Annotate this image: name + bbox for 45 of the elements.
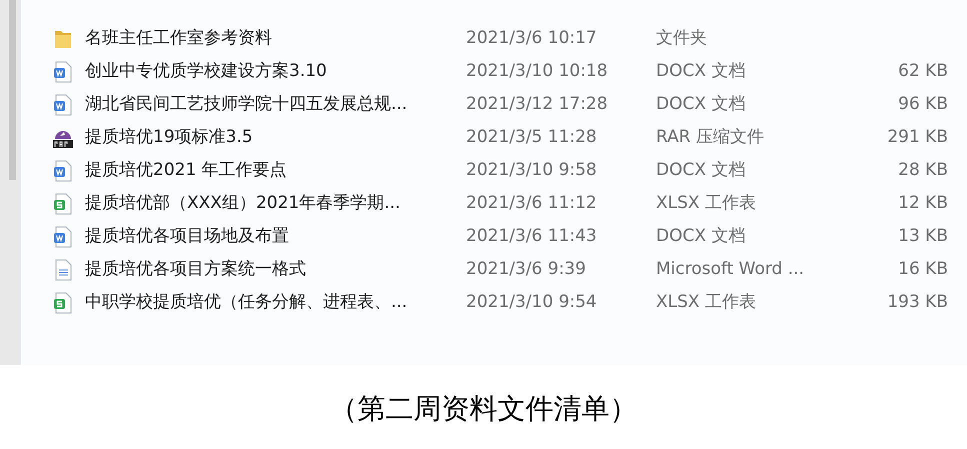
document-icon: [53, 160, 73, 182]
file-type: DOCX 文档: [656, 92, 746, 116]
file-type: DOCX 文档: [656, 158, 746, 182]
file-name[interactable]: 名班主任工作室参考资料: [85, 26, 466, 52]
file-type: 文件夹: [656, 26, 708, 50]
date-modified: 2021/3/6 10:17: [466, 26, 598, 50]
date-modified: 2021/3/10 9:54: [466, 290, 598, 314]
document-icon: [53, 226, 73, 248]
date-modified: 2021/3/6 11:43: [466, 224, 598, 248]
file-name[interactable]: 湖北省民间工艺技师学院十四五发展总规...: [85, 92, 466, 118]
file-size: 193 KB: [887, 290, 948, 314]
file-size: 96 KB: [898, 92, 948, 116]
file-type: RAR 压缩文件: [656, 126, 765, 149]
file-name[interactable]: 提质培优部（XXX组）2021年春季学期...: [85, 190, 466, 216]
file-name[interactable]: 提质培优各项目方案统一格式: [85, 256, 466, 282]
scrollbar[interactable]: [0, 0, 20, 365]
file-type: XLSX 工作表: [656, 290, 757, 314]
file-type: XLSX 工作表: [656, 192, 757, 215]
file-name[interactable]: 创业中专优质学校建设方案3.10: [85, 58, 466, 84]
file-size: 28 KB: [898, 158, 948, 182]
file-size: 62 KB: [898, 60, 948, 83]
file-size: 16 KB: [898, 258, 948, 281]
document-icon: [53, 94, 73, 116]
date-modified: 2021/3/12 17:28: [466, 92, 609, 116]
date-modified: 2021/3/5 11:28: [466, 126, 598, 149]
scrollbar-thumb[interactable]: [8, 0, 16, 180]
file-size: 12 KB: [898, 192, 948, 215]
file-size: 13 KB: [898, 224, 948, 248]
file-type: Microsoft Word ...: [656, 258, 806, 281]
file-type: DOCX 文档: [656, 224, 746, 248]
date-modified: 2021/3/6 9:39: [466, 258, 587, 281]
spreadsheet-icon: [53, 192, 73, 214]
document-icon: [53, 60, 73, 82]
file-name[interactable]: 提质培优2021 年工作要点: [85, 158, 466, 184]
file-name[interactable]: 提质培优19项标准3.5: [85, 124, 466, 150]
date-modified: 2021/3/6 11:12: [466, 192, 598, 215]
date-modified: 2021/3/10 9:58: [466, 158, 598, 182]
file-name[interactable]: 提质培优各项目场地及布置: [85, 224, 466, 250]
text-document-icon: [53, 258, 73, 280]
file-size: 291 KB: [887, 126, 948, 149]
date-modified: 2021/3/10 10:18: [466, 60, 609, 83]
file-type: DOCX 文档: [656, 60, 746, 83]
file-name[interactable]: 中职学校提质培优（任务分解、进程表、...: [85, 290, 466, 316]
spreadsheet-icon: [53, 292, 73, 314]
caption: （第二周资料文件清单）: [330, 395, 638, 423]
